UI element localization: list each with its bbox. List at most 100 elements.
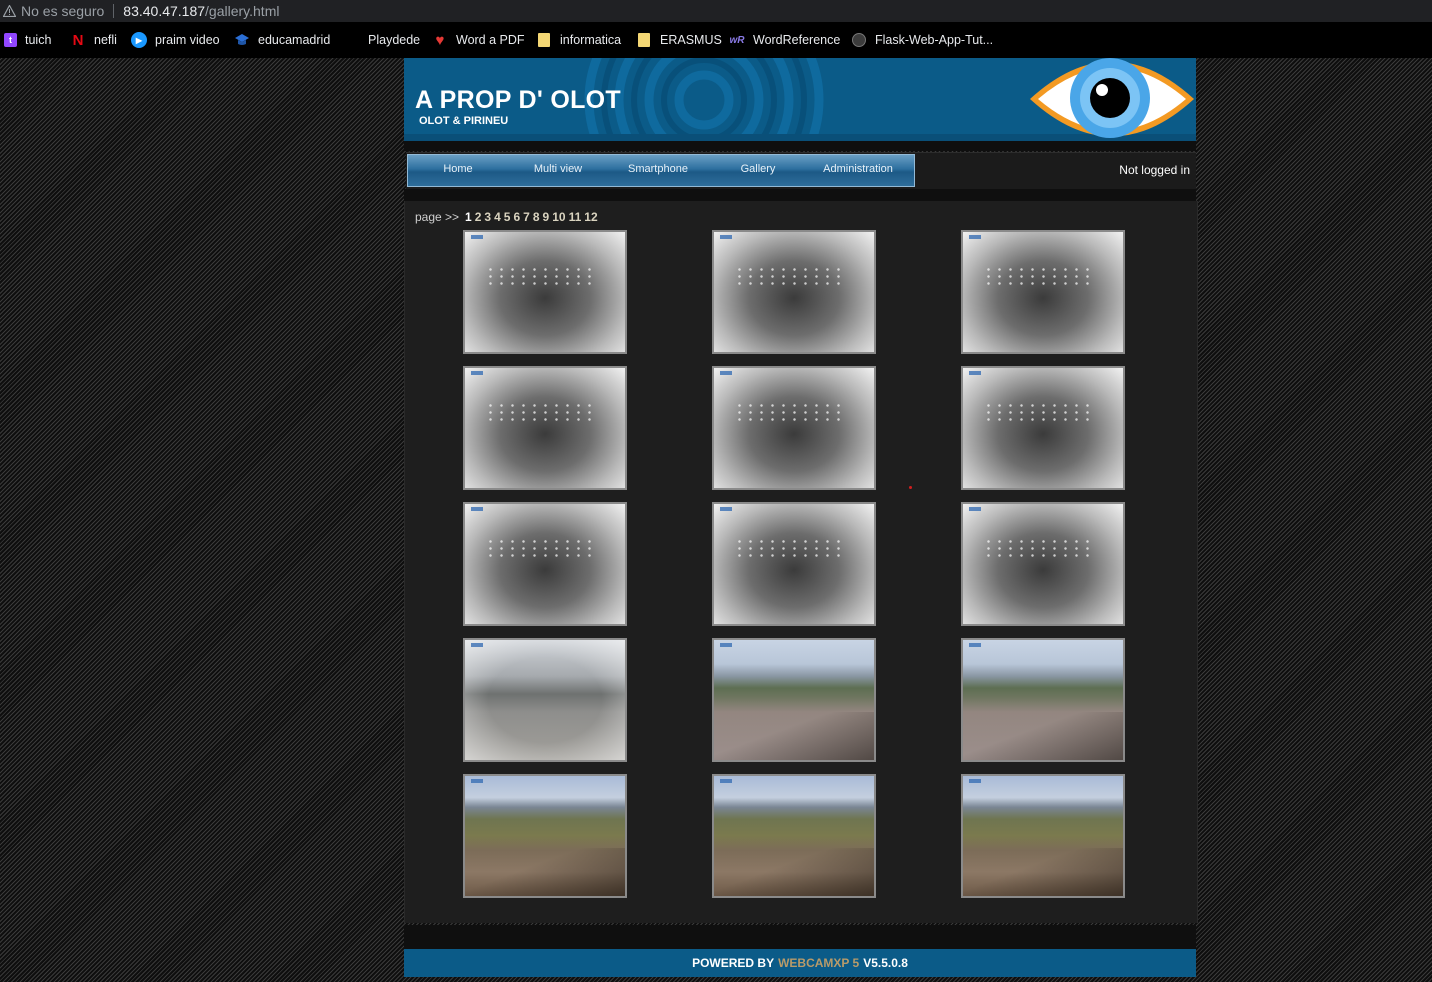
bookmark-informatica[interactable]: informatica xyxy=(536,22,621,58)
bookmark-label: Word a PDF xyxy=(456,33,525,47)
red-dot xyxy=(909,486,912,489)
twitch-icon: t xyxy=(4,33,17,47)
city-lights xyxy=(983,266,1093,286)
banner-divider xyxy=(404,141,1196,151)
city-lights xyxy=(485,402,595,422)
page-link-11[interactable]: 11 xyxy=(569,210,582,224)
timestamp-overlay xyxy=(720,235,732,239)
road-shadow xyxy=(714,712,874,760)
bookmark-erasmus[interactable]: ERASMUS xyxy=(636,22,722,58)
page-link-5[interactable]: 5 xyxy=(504,210,511,224)
security-label[interactable]: No es seguro xyxy=(21,3,104,19)
address-bar[interactable]: No es seguro 83.40.47.187/gallery.html xyxy=(0,0,1432,22)
gallery-thumbnail[interactable] xyxy=(961,502,1125,626)
bookmark-label: educamadrid xyxy=(258,33,331,47)
gallery-thumbnail[interactable] xyxy=(961,366,1125,490)
timestamp-overlay xyxy=(720,507,732,511)
footer-prefix: POWERED BY xyxy=(692,956,775,970)
pagination: page >> 1 2 3 4 5 6 7 8 9 10 11 12 xyxy=(415,210,598,224)
folder-icon xyxy=(636,32,652,48)
gallery-thumbnail[interactable] xyxy=(712,774,876,898)
page-link-2[interactable]: 2 xyxy=(475,210,482,224)
timestamp-overlay xyxy=(471,779,483,783)
warning-icon[interactable] xyxy=(2,4,16,18)
bookmark-flask-web-app[interactable]: Flask-Web-App-Tut... xyxy=(851,22,993,58)
gallery-thumbnail[interactable] xyxy=(463,366,627,490)
site-banner: A PROP D' OLOT OLOT & PIRINEU xyxy=(404,58,1196,141)
timestamp-overlay xyxy=(969,643,981,647)
road-shadow xyxy=(963,712,1123,760)
page-link-8[interactable]: 8 xyxy=(533,210,540,224)
bookmark-tuich[interactable]: t tuich xyxy=(4,22,51,58)
page-link-9[interactable]: 9 xyxy=(543,210,550,224)
page-link-12[interactable]: 12 xyxy=(584,210,597,224)
nav-home[interactable]: Home xyxy=(408,155,508,186)
educamadrid-icon xyxy=(234,32,250,48)
login-status: Not logged in xyxy=(1119,163,1190,177)
page-link-4[interactable]: 4 xyxy=(494,210,501,224)
bookmark-playdede[interactable]: Playdede xyxy=(344,22,420,58)
timestamp-overlay xyxy=(471,643,483,647)
bookmark-word-a-pdf[interactable]: ♥ Word a PDF xyxy=(432,22,525,58)
city-lights xyxy=(734,402,844,422)
wordreference-icon: wR xyxy=(729,34,745,46)
gallery-thumbnail[interactable] xyxy=(712,502,876,626)
url-host[interactable]: 83.40.47.187 xyxy=(123,3,205,19)
bookmark-label: WordReference xyxy=(753,33,841,47)
city-lights xyxy=(983,538,1093,558)
gallery-thumbnail[interactable] xyxy=(712,230,876,354)
prime-video-icon: ▶ xyxy=(131,32,147,48)
folder-icon xyxy=(536,32,552,48)
gallery-thumbnail[interactable] xyxy=(463,230,627,354)
page-link-3[interactable]: 3 xyxy=(484,210,491,224)
timestamp-overlay xyxy=(720,643,732,647)
timestamp-overlay xyxy=(471,507,483,511)
footer-divider xyxy=(404,925,1196,949)
fog-overlay xyxy=(465,640,625,760)
bookmark-label: Flask-Web-App-Tut... xyxy=(875,33,994,47)
timestamp-overlay xyxy=(720,779,732,783)
main-menu: Home Multi view Smartphone Gallery Admin… xyxy=(407,154,915,187)
gallery-thumbnail[interactable] xyxy=(961,230,1125,354)
gallery-thumbnail[interactable] xyxy=(961,638,1125,762)
page-link-10[interactable]: 10 xyxy=(552,210,565,224)
bookmark-educamadrid[interactable]: educamadrid xyxy=(234,22,330,58)
gallery-thumbnail[interactable] xyxy=(712,366,876,490)
netflix-icon: N xyxy=(72,31,84,49)
gallery-thumbnail[interactable] xyxy=(463,774,627,898)
address-separator xyxy=(113,4,115,18)
nav-administration[interactable]: Administration xyxy=(808,155,908,186)
bookmark-label: tuich xyxy=(25,33,52,47)
pagination-label: page >> xyxy=(415,210,460,224)
road-shadow xyxy=(963,848,1123,896)
gallery-thumbnail[interactable] xyxy=(712,638,876,762)
gallery-thumbnail[interactable] xyxy=(961,774,1125,898)
github-icon xyxy=(851,32,867,48)
page-link-6[interactable]: 6 xyxy=(513,210,520,224)
bookmark-praim-video[interactable]: ▶ praim video xyxy=(131,22,220,58)
url-path[interactable]: /gallery.html xyxy=(205,3,279,19)
road-shadow xyxy=(714,848,874,896)
bookmark-label: ERASMUS xyxy=(660,33,722,47)
bookmark-wordreference[interactable]: wR WordReference xyxy=(729,22,841,58)
bookmark-label: informatica xyxy=(560,33,622,47)
road-shadow xyxy=(465,848,625,896)
page-link-1[interactable]: 1 xyxy=(465,210,472,224)
timestamp-overlay xyxy=(969,235,981,239)
gallery-thumbnail[interactable] xyxy=(463,502,627,626)
city-lights xyxy=(485,266,595,286)
nav-smartphone[interactable]: Smartphone xyxy=(608,155,708,186)
bookmark-label: praim video xyxy=(155,33,220,47)
timestamp-overlay xyxy=(969,779,981,783)
nav-multi-view[interactable]: Multi view xyxy=(508,155,608,186)
timestamp-overlay xyxy=(471,235,483,239)
page-link-7[interactable]: 7 xyxy=(523,210,530,224)
gallery-thumbnail[interactable] xyxy=(463,638,627,762)
nav-gallery[interactable]: Gallery xyxy=(708,155,808,186)
timestamp-overlay xyxy=(720,371,732,375)
site-container: A PROP D' OLOT OLOT & PIRINEU Home Multi… xyxy=(404,58,1198,982)
city-lights xyxy=(734,266,844,286)
footer-brand-link[interactable]: WEBCAMXP 5 xyxy=(778,956,859,970)
navigation-bar: Home Multi view Smartphone Gallery Admin… xyxy=(406,152,1196,190)
bookmark-nefli[interactable]: N nefli xyxy=(70,22,117,58)
